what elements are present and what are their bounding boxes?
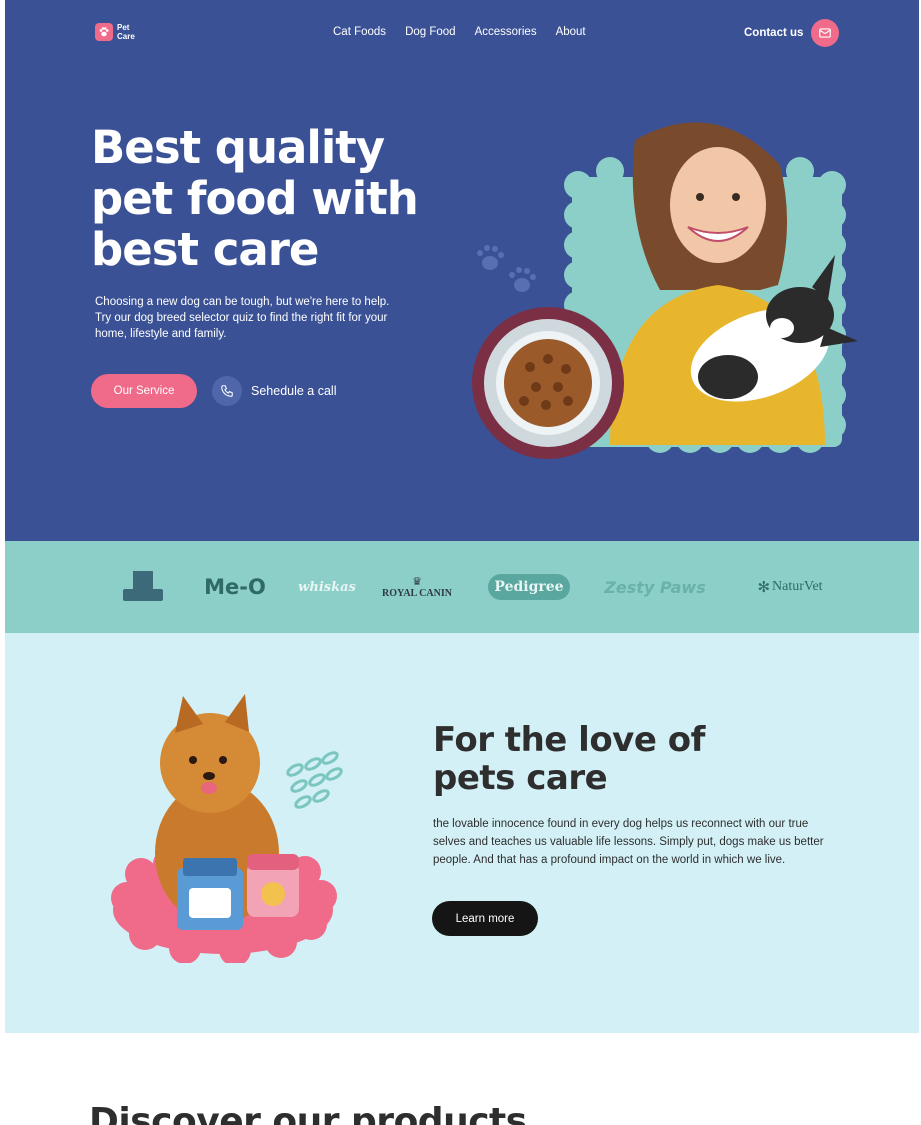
page: Pet Care Cat Foods Dog Food Accessories … [5, 0, 919, 1125]
nav-link-accessories[interactable]: Accessories [475, 26, 537, 38]
about-title: For the love of pets care [433, 721, 773, 797]
hero-title-line-2: pet food with [91, 172, 419, 225]
brand-logo-pedigree: Pedigree [488, 541, 570, 633]
decorative-marks [286, 751, 343, 809]
nav-link-dog-food[interactable]: Dog Food [405, 26, 456, 38]
hero-title-line-1: Best quality [91, 121, 385, 174]
pomeranian-image [111, 694, 343, 963]
logo-text: Pet Care [117, 23, 147, 41]
schedule-call-label: Sehedule a call [251, 384, 337, 398]
about-title-line-2: pets care [433, 758, 608, 798]
contact-label: Contact us [744, 27, 804, 39]
main-nav: Cat Foods Dog Food Accessories About [333, 26, 586, 38]
about-section: For the love of pets care the lovable in… [5, 633, 919, 1033]
paw-icon [95, 23, 113, 41]
brand-logo-whiskas: whiskas [298, 579, 356, 595]
logo[interactable]: Pet Care [95, 23, 147, 41]
contact-us-button[interactable]: Contact us [744, 19, 840, 47]
mail-icon[interactable] [811, 19, 840, 47]
nav-link-about[interactable]: About [556, 26, 586, 38]
brand-logo-royal-canin: ♛ ROYAL CANIN [382, 575, 452, 599]
our-service-button[interactable]: Our Service [91, 374, 197, 408]
brand-logo-zesty-paws: Zesty Paws [604, 577, 706, 597]
paw-print-icon [477, 245, 536, 292]
logo-line-2: Care [117, 32, 135, 41]
hero-title: Best quality pet food with best care [91, 122, 511, 275]
hero-title-line-3: best care [91, 223, 319, 276]
about-body: the lovable innocence found in every dog… [433, 818, 824, 866]
about-title-line-1: For the love of [433, 720, 705, 760]
brand-logo-naturvet: ✻ NaturVet [757, 579, 823, 596]
products-title: Discover our products [89, 1101, 527, 1125]
products-section: Discover our products [5, 1033, 919, 1125]
nav-link-cat-foods[interactable]: Cat Foods [333, 26, 386, 38]
hero-image [472, 122, 858, 459]
food-box-blue [177, 858, 243, 930]
brands-strip: Me-O whiskas ♛ ROYAL CANIN Pedigree Zest… [5, 541, 919, 633]
brand-logo-hills [117, 541, 169, 633]
phone-icon [212, 376, 242, 406]
hills-logo-icon [123, 571, 163, 601]
hero-section: Pet Care Cat Foods Dog Food Accessories … [5, 0, 919, 541]
crown-icon: ♛ [412, 575, 422, 588]
hero-subtitle: Choosing a new dog can be tough, but we'… [95, 296, 390, 340]
leaf-icon: ✻ [757, 579, 771, 596]
brand-logo-me-o: Me-O [204, 575, 266, 599]
schedule-call-button[interactable]: Sehedule a call [212, 376, 336, 406]
food-box-pink [247, 854, 299, 917]
learn-more-button[interactable]: Learn more [432, 901, 538, 936]
logo-line-1: Pet [117, 23, 130, 32]
